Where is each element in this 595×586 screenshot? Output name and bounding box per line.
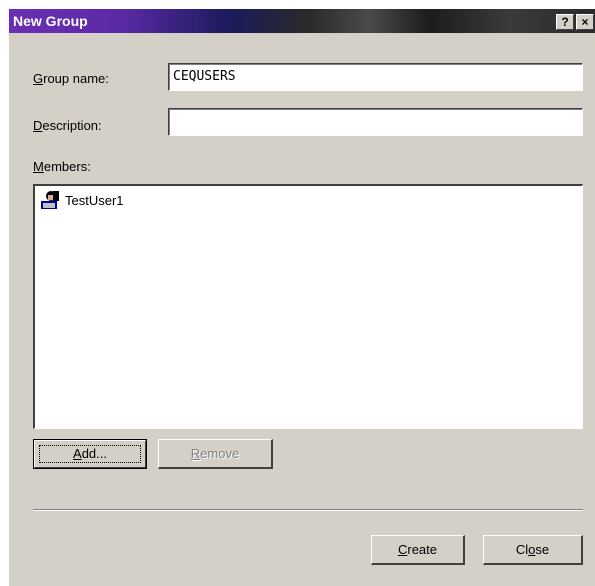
separator bbox=[33, 509, 583, 511]
remove-button[interactable]: Remove bbox=[158, 439, 273, 469]
title-bar[interactable]: New Group ? × bbox=[9, 9, 595, 33]
help-icon: ? bbox=[561, 15, 569, 29]
close-button[interactable]: Close bbox=[483, 535, 583, 565]
member-name: TestUser1 bbox=[65, 192, 124, 208]
create-button[interactable]: Create bbox=[371, 535, 465, 565]
new-group-dialog: New Group ? × Group name: CEQUSERS Descr… bbox=[8, 8, 595, 586]
members-label: Members: bbox=[33, 159, 91, 174]
help-button[interactable]: ? bbox=[556, 14, 574, 30]
close-window-button[interactable]: × bbox=[576, 14, 594, 30]
description-label: Description: bbox=[33, 118, 102, 133]
group-name-label: Group name: bbox=[33, 71, 109, 86]
group-name-value: CEQUSERS bbox=[173, 69, 236, 84]
group-name-field[interactable]: CEQUSERS bbox=[168, 63, 583, 91]
description-field[interactable] bbox=[168, 108, 583, 136]
close-icon: × bbox=[581, 15, 589, 29]
user-icon bbox=[41, 191, 59, 209]
dialog-title: New Group bbox=[13, 13, 88, 29]
members-listbox[interactable]: TestUser1 bbox=[33, 184, 583, 429]
list-item[interactable]: TestUser1 bbox=[39, 190, 124, 210]
add-button[interactable]: Add... bbox=[33, 439, 147, 469]
